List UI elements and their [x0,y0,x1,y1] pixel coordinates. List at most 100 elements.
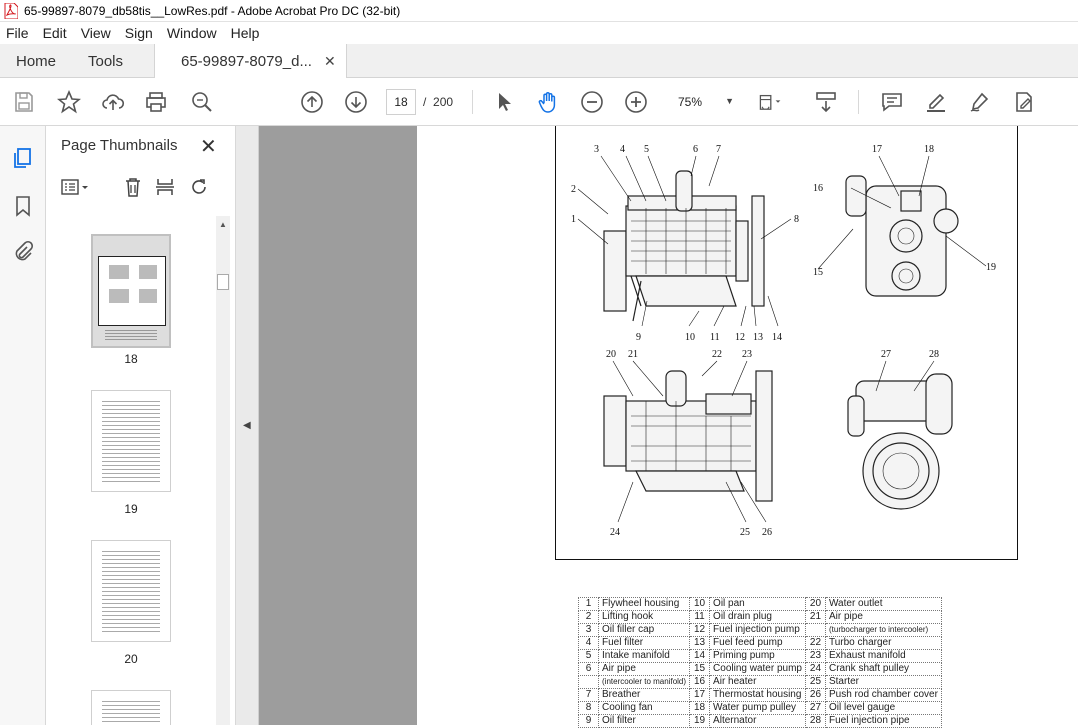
draw-sign-icon[interactable] [968,90,992,114]
bookmarks-icon[interactable] [11,194,35,218]
callout-15: 15 [813,267,823,278]
part-number-cell: 14 [689,649,711,663]
tab-tools[interactable]: Tools [88,44,123,78]
thumbnail-engine [109,289,129,303]
engine-rear-view-4 [847,373,953,510]
zoom-in-icon[interactable] [624,90,648,114]
part-number-cell: 10 [689,597,711,611]
zoom-out-icon[interactable] [580,90,604,114]
table-row: 1 Flywheel housing 10 Oil pan 20 Water outlet [578,597,942,611]
attachments-icon[interactable] [11,240,35,264]
save-icon[interactable] [12,90,36,114]
page-number-input[interactable]: 18 [386,89,416,115]
previous-page-icon[interactable] [300,90,324,114]
document-page: 3 4 5 6 7 2 1 8 9 10 11 12 13 14 17 18 1… [417,126,1078,728]
page-thumbnails-icon[interactable] [11,146,35,170]
rotate-page-icon[interactable] [188,176,210,198]
next-page-icon[interactable] [344,90,368,114]
table-row: 8 Cooling fan 18 Water pump pulley 27 Oil lev… [578,701,942,715]
part-number-cell: 6 [578,662,599,676]
thumbnail-table [105,330,157,342]
part-name-cell: Fuel filter [597,636,691,650]
menu-file[interactable]: File [6,25,29,41]
engine-figure: 3 4 5 6 7 2 1 8 9 10 11 12 13 14 17 18 1… [555,126,1018,560]
callout-11: 11 [710,332,720,343]
part-name-cell: Alternator [709,714,806,728]
part-name-cell: Water pump pulley [709,701,806,715]
close-tab-icon[interactable]: ✕ [324,53,336,70]
table-row: (intercooler to manifold) 16 Air heater 25 S… [578,675,942,689]
part-number-cell: 22 [804,636,826,650]
part-number-cell: 1 [578,597,599,611]
callout-10: 10 [685,332,695,343]
print-icon[interactable] [144,90,168,114]
menu-window[interactable]: Window [167,25,217,41]
callout-28: 28 [929,349,939,360]
thumbnail-page-18[interactable] [91,234,171,348]
page-fit-icon[interactable] [758,90,782,114]
chevron-down-icon: ▼ [725,96,734,106]
tab-home-label: Home [16,52,57,70]
part-number-cell: 4 [578,636,599,650]
thumbnail-page-20[interactable] [91,540,171,642]
fill-sign-icon[interactable] [1012,90,1036,114]
comment-icon[interactable] [880,90,904,114]
callout-3: 3 [594,144,599,155]
hand-tool-icon[interactable] [536,90,560,114]
thumbnail-options-icon[interactable] [60,176,88,198]
part-number-cell: 17 [689,688,711,702]
part-name-cell: Fuel feed pump [709,636,806,650]
callout-9: 9 [636,332,641,343]
tab-home[interactable]: Home [16,44,56,78]
menu-help[interactable]: Help [231,25,260,41]
part-name-cell: Air heater [709,675,806,689]
part-name-cell: Priming pump [709,649,806,663]
panel-collapse-handle[interactable]: ◀ [236,126,259,725]
part-name-cell: Cooling fan [597,701,691,715]
upload-cloud-icon[interactable] [101,90,125,114]
menu-sign[interactable]: Sign [125,25,153,41]
thumbnail-label: 18 [124,352,138,366]
part-name-cell: Exhaust manifold [824,649,942,663]
part-number-cell: 28 [804,714,826,728]
menu-view[interactable]: View [81,25,111,41]
part-name-cell: Flywheel housing [597,597,691,611]
thumbnail-engine [139,289,157,303]
part-number-cell: 13 [689,636,711,650]
delete-page-icon[interactable] [122,176,144,198]
table-row: 5 Intake manifold 14 Priming pump 23 Exhaust … [578,649,942,663]
thumbnail-engine [109,265,129,279]
thumbnail-page-21[interactable] [91,690,171,725]
select-cursor-icon[interactable] [492,90,516,114]
highlight-pen-icon[interactable] [924,90,948,114]
callout-21: 21 [628,349,638,360]
part-name-cell: Oil drain plug [709,610,806,624]
thumbnail-scrollbar[interactable]: ▲ [216,216,230,725]
thumbnail-page-19[interactable] [91,390,171,492]
callout-27: 27 [881,349,891,360]
callout-2: 2 [571,184,576,195]
scroll-up-icon[interactable]: ▲ [219,220,227,229]
document-background [259,126,417,725]
bookmark-star-icon[interactable] [56,89,82,114]
callout-18: 18 [924,144,934,155]
close-panel-icon[interactable]: ✕ [200,134,217,159]
part-name-cell: Crank shaft pulley [824,662,942,676]
panel-toolbar [60,176,230,200]
scrollbar-thumb[interactable] [217,274,229,290]
part-number-cell: 12 [689,623,711,637]
thumbnail-text [102,701,160,725]
part-number-cell: 8 [578,701,599,715]
tab-document[interactable]: 65-99897-8079_d... ✕ [154,44,347,79]
zoom-select[interactable]: 75% ▼ [666,89,740,115]
part-number-cell: 15 [689,662,711,676]
extract-pages-icon[interactable] [154,176,176,198]
table-row: 6 Air pipe 15 Cooling water pump 24 Crank sha… [578,662,942,676]
menu-edit[interactable]: Edit [43,25,67,41]
scroll-mode-icon[interactable] [814,90,838,114]
toolbar-divider [472,90,473,114]
find-search-icon[interactable] [190,90,214,114]
thumbnail-label: 19 [124,502,138,516]
callout-26: 26 [762,527,772,538]
acrobat-pdf-icon [4,2,18,19]
